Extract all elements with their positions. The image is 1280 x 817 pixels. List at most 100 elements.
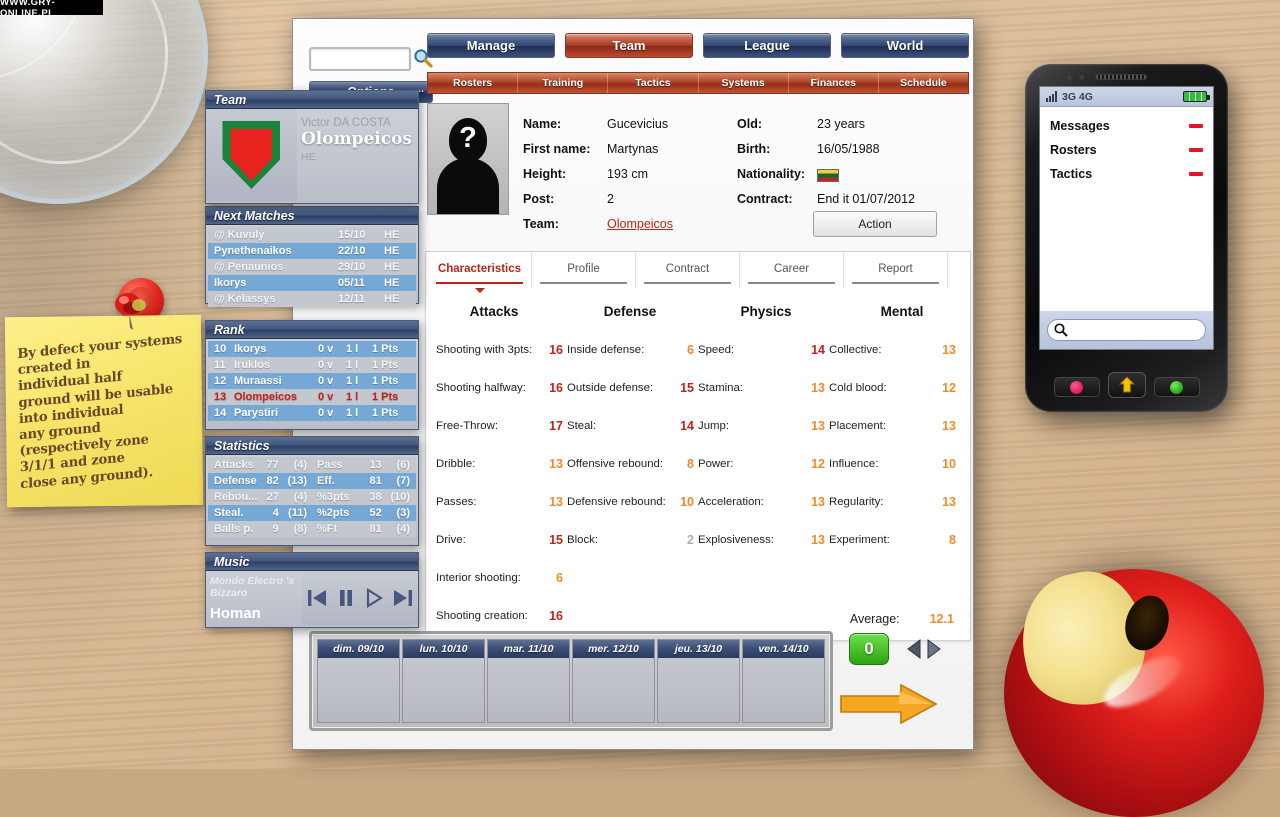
panel-title: Music — [206, 553, 418, 571]
match-date: 22/10 — [338, 245, 384, 257]
panel-music: Music Mondo Electro 's Bizzaro Homan — [205, 552, 419, 628]
rank-wins: 0 v — [318, 391, 346, 403]
next-track-icon[interactable] — [392, 588, 414, 608]
phone-item-tactics[interactable]: Tactics — [1050, 163, 1203, 185]
advance-day-arrow-button[interactable] — [839, 683, 939, 725]
tab-career[interactable]: Career — [740, 252, 844, 288]
rank-row[interactable]: 10Ikorys0 v1 l1 Pts — [208, 341, 416, 357]
phone-network-label: 3G 4G — [1062, 91, 1093, 103]
event-counter-badge[interactable]: 0 — [849, 633, 889, 665]
nav-button-league[interactable]: League — [703, 33, 831, 58]
panel-next-matches: Next Matches @ Kuvuly15/10HEPynethenaiko… — [205, 206, 419, 304]
phone-camera-icon — [1079, 75, 1084, 80]
day-column[interactable]: mar. 11/10 — [487, 639, 570, 723]
phone-speaker-grille — [1095, 74, 1147, 80]
match-row[interactable]: @ Penaunios29/10HE — [208, 259, 416, 275]
characteristic-cell: Defensive rebound:10 — [567, 483, 698, 521]
rank-wins: 0 v — [318, 359, 346, 371]
characteristic-value: 15 — [672, 381, 694, 395]
match-row[interactable]: Pynethenaikos22/10HE — [208, 243, 416, 259]
rank-row[interactable]: 12Muraassi0 v1 l1 Pts — [208, 373, 416, 389]
schedule-bar: dim. 09/10 lun. 10/10 mar. 11/10 mer. 12… — [309, 631, 959, 731]
week-navigation-arrows[interactable] — [905, 635, 945, 663]
value-team-link[interactable]: Olompeicos — [607, 217, 673, 231]
arrow-right-icon[interactable] — [925, 638, 943, 660]
characteristic-cell: Interior shooting:6 — [436, 559, 567, 597]
day-column[interactable]: ven. 14/10 — [742, 639, 825, 723]
characteristic-label: Cold blood: — [829, 382, 928, 395]
play-icon[interactable] — [364, 588, 384, 608]
value-post: 2 — [607, 192, 614, 206]
characteristic-cell: Free-Throw:17 — [436, 407, 567, 445]
label-name: Name: — [523, 117, 561, 131]
player-photo: ? — [427, 103, 509, 215]
panel-team: Team Victor DA COSTA Olompeicos HE — [205, 90, 419, 204]
characteristic-label: Collective: — [829, 344, 928, 357]
characteristic-value: 13 — [541, 495, 563, 509]
subtab-tactics[interactable]: Tactics — [608, 73, 698, 93]
subtab-label: Rosters — [453, 77, 492, 89]
characteristic-label: Defensive rebound: — [567, 496, 666, 509]
phone-end-call-button[interactable] — [1054, 377, 1100, 397]
match-row[interactable]: @ Kelassys12/11HE — [208, 291, 416, 307]
rank-losses: 1 l — [346, 375, 372, 387]
rank-row[interactable]: 13Olompeicos0 v1 l1 Pts — [208, 389, 416, 405]
characteristic-cell: Shooting creation:16 — [436, 597, 567, 635]
phone-item-messages[interactable]: Messages — [1050, 115, 1203, 137]
tab-contract[interactable]: Contract — [636, 252, 740, 288]
label-firstname: First name: — [523, 142, 590, 156]
match-date: 05/11 — [338, 277, 384, 289]
stat-name-right: %Ft — [317, 523, 360, 535]
phone-search-bar — [1040, 311, 1213, 349]
rank-row[interactable]: 11Iruklos0 v1 l1 Pts — [208, 357, 416, 373]
team-info: Victor DA COSTA Olompeicos HE — [297, 109, 418, 201]
tab-characteristics[interactable]: Characteristics — [428, 252, 532, 288]
match-opponent: Pynethenaikos — [214, 245, 338, 257]
match-row[interactable]: Ikorys05/11HE — [208, 275, 416, 291]
rank-losses: 1 l — [346, 343, 372, 355]
characteristic-value: 13 — [803, 533, 825, 547]
pause-icon[interactable] — [336, 588, 356, 608]
nav-button-world[interactable]: World — [841, 33, 969, 58]
tab-profile[interactable]: Profile — [532, 252, 636, 288]
nav-button-manage[interactable]: Manage — [427, 33, 555, 58]
phone-home-button[interactable] — [1108, 372, 1146, 398]
characteristic-value: 12 — [934, 381, 956, 395]
statistic-row: Attacks77(4)Pass13(6) — [208, 457, 416, 473]
match-opponent: @ Kuvuly — [214, 229, 338, 241]
characteristic-label: Acceleration: — [698, 496, 797, 509]
tab-label: Profile — [567, 263, 600, 275]
day-column[interactable]: dim. 09/10 — [317, 639, 400, 723]
arrow-left-icon[interactable] — [905, 638, 923, 660]
rank-position: 10 — [214, 343, 234, 355]
column-heading-physics: Physics — [698, 304, 834, 319]
stat-value-left: 27 — [257, 491, 279, 503]
day-column[interactable]: lun. 10/10 — [402, 639, 485, 723]
subtab-rosters[interactable]: Rosters — [428, 73, 518, 93]
subtab-finances[interactable]: Finances — [789, 73, 879, 93]
green-dot-icon — [1170, 381, 1183, 394]
day-column[interactable]: mer. 12/10 — [572, 639, 655, 723]
characteristic-value: 16 — [541, 343, 563, 357]
tab-report[interactable]: Report — [844, 252, 948, 288]
phone-call-button[interactable] — [1154, 377, 1200, 397]
rank-team: Parystiri — [234, 407, 318, 419]
previous-track-icon[interactable] — [306, 588, 328, 608]
nav-label: World — [887, 38, 924, 53]
day-header: jeu. 13/10 — [658, 640, 739, 658]
subtab-systems[interactable]: Systems — [699, 73, 789, 93]
phone-hardware-buttons — [1025, 376, 1228, 398]
phone-search-input[interactable] — [1047, 319, 1206, 341]
subtab-training[interactable]: Training — [518, 73, 608, 93]
nav-button-team[interactable]: Team — [565, 33, 693, 58]
rank-losses: 1 l — [346, 391, 372, 403]
team-club-name: Olompeicos — [301, 129, 412, 149]
action-button[interactable]: Action — [813, 211, 937, 237]
phone-item-rosters[interactable]: Rosters — [1050, 139, 1203, 161]
subtab-label: Training — [542, 77, 583, 89]
characteristic-value: 10 — [934, 457, 956, 471]
match-row[interactable]: @ Kuvuly15/10HE — [208, 227, 416, 243]
day-column[interactable]: jeu. 13/10 — [657, 639, 740, 723]
rank-row[interactable]: 14Parystiri0 v1 l1 Pts — [208, 405, 416, 421]
subtab-schedule[interactable]: Schedule — [879, 73, 968, 93]
